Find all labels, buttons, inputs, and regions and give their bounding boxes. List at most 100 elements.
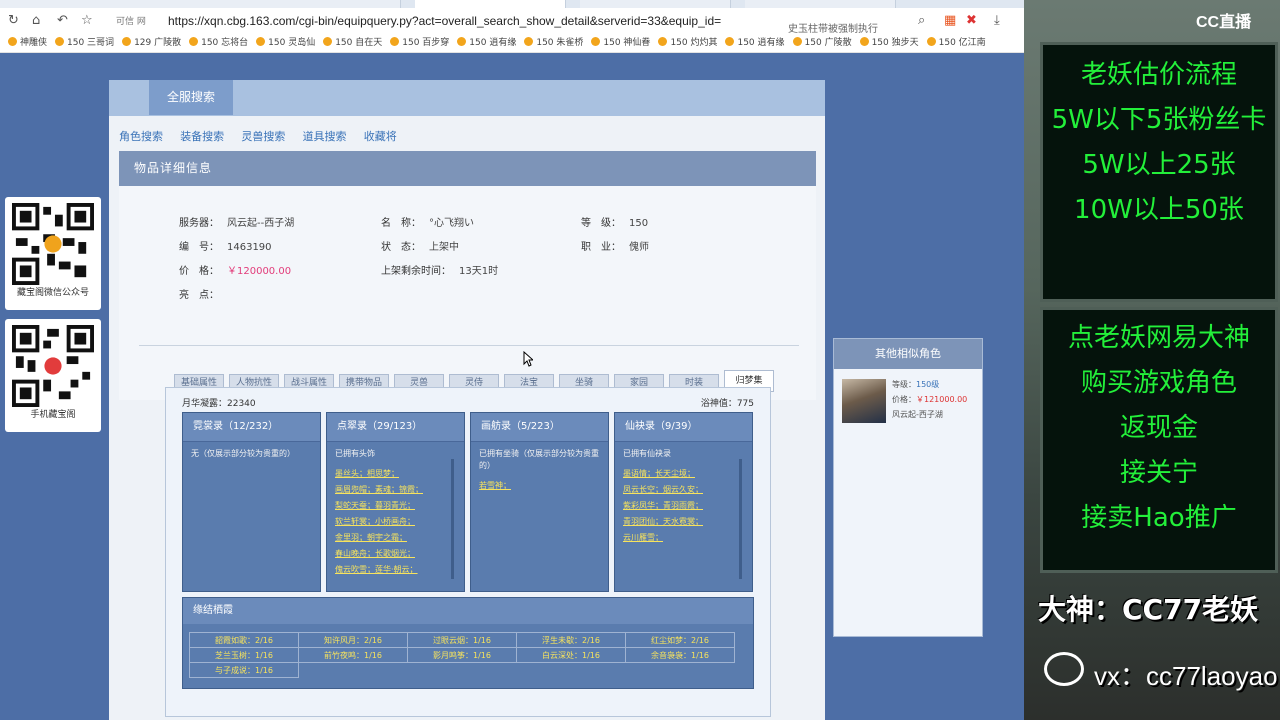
sign-line: 5W以下5张粉丝卡 xyxy=(1051,105,1267,135)
bookmark-item[interactable]: 150 灼灼其 xyxy=(658,34,717,52)
card-item[interactable]: 金里羽；朝宇之霜； xyxy=(335,530,456,546)
download-icon[interactable]: ⤓ xyxy=(994,13,1000,28)
field-level: 等 级： 150 xyxy=(581,218,649,229)
bookmark-icon xyxy=(524,37,534,46)
card-item[interactable]: 墨丝头；相思梦； xyxy=(335,466,456,482)
bookmark-icon xyxy=(792,37,802,46)
bookmark-icon xyxy=(926,37,936,46)
sign-line: 5W以上25张 xyxy=(1082,150,1236,180)
card-item[interactable]: 软兰轩裳；小桥画舟； xyxy=(335,514,456,530)
bookmark-item[interactable]: 150 逍有缘 xyxy=(457,34,516,52)
wechat-contact: vx：cc77laoyao xyxy=(1024,648,1280,696)
card-item[interactable]: 云川雁雪； xyxy=(623,530,744,546)
fate-cell: 芝兰玉树：1/16 xyxy=(189,647,299,663)
collection-card: 仙袂录（9/39） 已拥有仙袂录 墨语情；长天尘境； 凤云长空；烟云久安； 紫彩凤华；青… xyxy=(614,412,753,592)
bookmark-item[interactable]: 150 三哥词 xyxy=(55,34,114,52)
bookmark-item[interactable]: 150 逍有缘 xyxy=(725,34,785,52)
star-icon[interactable]: ☆ xyxy=(81,13,93,28)
panel-header: 全服搜索 xyxy=(109,80,825,116)
fate-cell xyxy=(517,663,626,678)
search-panel: 全服搜索 角色搜索 装备搜索 灵兽搜索 道具搜索 收藏将 物品详细信息 服务器：… xyxy=(109,80,825,720)
card-item[interactable]: 凤云长空；烟云久安； xyxy=(623,482,744,498)
fate-cell xyxy=(626,663,735,678)
bookmark-item[interactable]: 150 自在天 xyxy=(323,34,382,52)
bookmark-item[interactable]: 150 广陵散 xyxy=(792,34,852,52)
link-item-search[interactable]: 道具搜索 xyxy=(303,130,347,143)
link-favorites[interactable]: 收藏将 xyxy=(364,130,397,143)
qr-caption: 藏宝阁微信公众号 xyxy=(16,288,89,298)
card-title: 霓裳录（12/232） xyxy=(183,413,320,442)
bookmark-item[interactable]: 150 灵岛仙 xyxy=(256,34,315,52)
browser-tab[interactable] xyxy=(580,0,731,8)
card-item[interactable]: 若雪神； xyxy=(479,478,600,494)
card-item[interactable]: 傀云吹雪；莲华·朝云； xyxy=(335,562,456,578)
fate-cell: 影月鸣筝：1/16 xyxy=(407,647,517,663)
sign-line: 接关宁 xyxy=(1119,458,1198,488)
home-icon[interactable]: ⌂ xyxy=(32,13,40,28)
bookmark-icon xyxy=(256,37,266,46)
card-item[interactable]: 紫彩凤华；青羽雨霞； xyxy=(623,498,744,514)
wechat-id: vx：cc77laoyao xyxy=(1094,661,1278,691)
url-field[interactable]: 可信 网 https://xqn.cbg.163.com/cgi-bin/equ… xyxy=(110,12,770,30)
card-scrollbar[interactable] xyxy=(451,459,454,579)
price-process-sign: 老妖估价流程 5W以下5张粉丝卡 5W以上25张 10W以上50张 xyxy=(1040,42,1278,302)
role-avatar[interactable] xyxy=(842,379,886,423)
fate-cell: 过眼云烟：1/16 xyxy=(407,632,517,648)
card-title: 画舫录（5/223） xyxy=(471,413,608,442)
link-pet-search[interactable]: 灵兽搜索 xyxy=(241,130,285,143)
bookmark-item[interactable]: 神雕侠 xyxy=(8,34,47,52)
browser-window: ↻ ⌂ ↶ ☆ 可信 网 https://xqn.cbg.163.com/cgi… xyxy=(0,0,1024,720)
search-icon[interactable]: ⌕ xyxy=(918,13,925,28)
similar-role-price: 价格：￥121000.00 xyxy=(892,395,968,404)
bookmark-icon xyxy=(323,37,333,46)
apps-icon[interactable]: ▦ xyxy=(944,13,956,28)
sign-line: 返现金 xyxy=(1119,413,1198,443)
card-item[interactable]: 梨蛇天蚕；暮羽青光； xyxy=(335,498,456,514)
bookmark-item[interactable]: 129 广陵散 xyxy=(122,34,181,52)
card-item[interactable]: 画眉兜帽；素魂；锦霞； xyxy=(335,482,456,498)
similar-role-level: 等级：150级 xyxy=(892,380,940,389)
browser-tab-active[interactable] xyxy=(415,0,566,8)
detail-title: 物品详细信息 xyxy=(119,151,816,186)
link-role-search[interactable]: 角色搜索 xyxy=(119,130,163,143)
browser-tab[interactable] xyxy=(120,0,271,8)
fate-table: 韶霞如歌：2/16 知许风月：2/16 过眼云烟：1/16 浮生未歇：2/16 红尘如梦… xyxy=(189,632,735,678)
fate-cell xyxy=(408,663,517,678)
back-icon[interactable]: ↶ xyxy=(57,13,68,28)
fate-cell: 前竹夜鸣：1/16 xyxy=(298,647,408,663)
url-text[interactable]: https://xqn.cbg.163.com/cgi-bin/equipque… xyxy=(168,14,721,28)
qr-code xyxy=(12,203,94,285)
qr-code xyxy=(12,325,94,407)
bookmark-icon xyxy=(859,37,869,46)
bookmark-item[interactable]: 150 亿江南 xyxy=(926,34,986,52)
bookmark-item[interactable]: 150 百步穿 xyxy=(390,34,449,52)
refresh-icon[interactable]: ↻ xyxy=(8,13,19,28)
bookmark-item[interactable]: 150 忘将台 xyxy=(189,34,248,52)
browser-tab[interactable] xyxy=(745,0,896,8)
bookmark-icon xyxy=(725,37,735,46)
search-hint[interactable]: 史玉柱带被强制执行 xyxy=(788,20,878,35)
card-item[interactable]: 墨语情；长天尘境； xyxy=(623,466,744,482)
chat-icon xyxy=(1044,652,1084,686)
tab-all-server-search[interactable]: 全服搜索 xyxy=(149,80,233,115)
bookmark-item[interactable]: 150 独步天 xyxy=(859,34,919,52)
card-item[interactable]: 春山晚舟；长歌烟光； xyxy=(335,546,456,562)
fate-cell: 红尘如梦：2/16 xyxy=(625,632,735,648)
collection-card: 点翠录（29/123） 已拥有头饰 墨丝头；相思梦； 画眉兜帽；素魂；锦霞； 梨蛇天蚕；… xyxy=(326,412,465,592)
bookmark-item[interactable]: 150 朱雀桥 xyxy=(524,34,583,52)
field-job: 职 业： 傀师 xyxy=(581,242,649,253)
page-content: 藏宝阁微信公众号 手机藏宝阁 全服搜索 角色搜索 装备搜索 灵兽搜索 道具搜索 … xyxy=(0,53,1024,720)
fate-section: 缘结栖霞 韶霞如歌：2/16 知许风月：2/16 过眼云烟：1/16 浮生未歇：2/1… xyxy=(182,597,754,689)
similar-roles-title: 其他相似角色 xyxy=(834,339,982,369)
card-desc: 已拥有头饰 xyxy=(335,449,375,458)
fate-cell: 余音袅袅：1/16 xyxy=(625,647,735,663)
cc-logo: CC直播 xyxy=(1196,14,1252,31)
card-scrollbar[interactable] xyxy=(739,459,742,579)
browser-tab[interactable] xyxy=(250,0,401,8)
game-icon[interactable]: ✖ xyxy=(966,13,977,28)
address-bar-row: ↻ ⌂ ↶ ☆ 可信 网 https://xqn.cbg.163.com/cgi… xyxy=(0,8,1024,35)
fate-cell: 韶霞如歌：2/16 xyxy=(189,632,299,648)
bookmark-item[interactable]: 150 神仙眷 xyxy=(591,34,650,52)
card-item[interactable]: 青羽团仙；天水霓裳； xyxy=(623,514,744,530)
link-equip-search[interactable]: 装备搜索 xyxy=(180,130,224,143)
